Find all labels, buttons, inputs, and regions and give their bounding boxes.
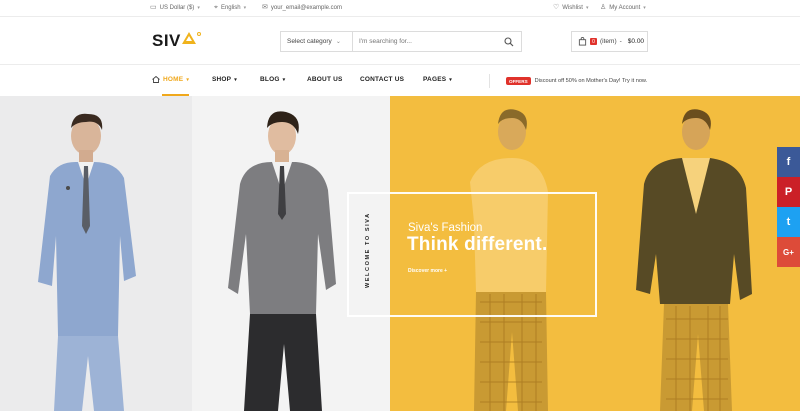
- chevron-down-icon: ▾: [449, 76, 452, 83]
- pinterest-share-button[interactable]: P: [777, 177, 800, 207]
- nav-item-blog[interactable]: BLOG ▾: [260, 76, 285, 83]
- nav-item-shop[interactable]: SHOP ▾: [212, 76, 237, 83]
- chevron-down-icon: ▾: [186, 76, 190, 83]
- cart-separator: -: [619, 38, 622, 45]
- category-select[interactable]: Select category ⌄: [281, 32, 353, 51]
- home-icon: [152, 76, 160, 83]
- facebook-share-button[interactable]: f: [777, 147, 800, 177]
- facebook-icon: f: [786, 156, 791, 168]
- cart-button[interactable]: 0 (item) - $0.00: [571, 31, 648, 52]
- nav-item-label: PAGES: [423, 76, 447, 83]
- model-blue-suit-image: [38, 113, 136, 411]
- nav-item-about-us[interactable]: ABOUT US: [307, 76, 343, 83]
- hero-subtitle: Siva's Fashion: [408, 222, 483, 234]
- model-dark-blazer-image: [636, 109, 752, 411]
- top-bar: ▭ US Dollar ($) ▾ ⌖ English ▾ ✉ your_ema…: [0, 0, 800, 17]
- email-link[interactable]: ✉ your_email@example.com: [262, 4, 342, 11]
- nav-item-label: SHOP: [212, 76, 232, 83]
- chevron-down-icon: ▾: [585, 4, 589, 11]
- offer-banner[interactable]: OFFERS Discount off 50% on Mother's Day!…: [506, 77, 647, 85]
- chevron-down-icon: ▾: [243, 4, 247, 11]
- nav-item-label: HOME: [163, 76, 184, 83]
- chevron-down-icon: ▾: [197, 4, 200, 11]
- wishlist-label: Wishlist: [562, 4, 583, 11]
- offer-text: Discount off 50% on Mother's Day! Try it…: [534, 78, 648, 84]
- category-label: Select category: [287, 38, 332, 45]
- nav-divider: [489, 74, 490, 88]
- account-label: My Account: [609, 4, 641, 11]
- cart-count-badge: 0: [590, 38, 597, 45]
- nav-item-pages[interactable]: PAGES ▾: [423, 76, 452, 83]
- logo[interactable]: SIV: [152, 31, 201, 51]
- search-icon: [504, 36, 514, 46]
- welcome-text: WELCOME TO SIVA: [365, 212, 371, 288]
- currency-label: US Dollar ($): [159, 4, 195, 11]
- wishlist-link[interactable]: ♡ Wishlist ▾: [553, 4, 588, 11]
- email-label: your_email@example.com: [270, 4, 342, 11]
- mail-icon: ✉: [262, 4, 268, 11]
- cart-items-label: (item): [600, 38, 617, 45]
- logo-dot-icon: [196, 32, 201, 36]
- heart-icon: ♡: [553, 4, 560, 11]
- hero-slider: WELCOME TO SIVA Siva's Fashion Think dif…: [0, 96, 800, 411]
- currency-icon: ▭: [150, 4, 157, 11]
- search-button[interactable]: [497, 32, 521, 51]
- language-selector[interactable]: ⌖ English ▾: [214, 4, 246, 11]
- shopping-bag-icon: [578, 37, 587, 46]
- language-label: English: [220, 4, 241, 11]
- chevron-down-icon: ▾: [282, 76, 286, 83]
- account-menu[interactable]: ♙ My Account ▾: [600, 4, 646, 11]
- nav-item-label: ABOUT US: [307, 76, 343, 83]
- cart-total: $0.00: [627, 38, 645, 45]
- discover-more-link[interactable]: Discover more +: [408, 268, 447, 274]
- hero-title: Think different.: [407, 234, 548, 255]
- user-icon: ♙: [600, 4, 607, 11]
- nav-item-home[interactable]: HOME ▾: [152, 76, 189, 83]
- map-pin-icon: ⌖: [214, 4, 218, 11]
- model-grey-cardigan-image: [228, 111, 336, 411]
- twitter-icon: t: [786, 216, 791, 228]
- main-nav: HOME ▾ SHOP ▾ BLOG ▾ ABOUT US CONTACT US…: [0, 65, 800, 96]
- search-input[interactable]: [353, 32, 497, 51]
- pinterest-icon: P: [784, 186, 793, 198]
- nav-item-label: CONTACT US: [360, 76, 405, 83]
- chevron-down-icon: ▾: [643, 4, 646, 11]
- google-plus-icon: G+: [783, 247, 794, 257]
- header: SIV Select category ⌄ 0 (item) - $0.00: [0, 17, 800, 65]
- nav-item-contact-us[interactable]: CONTACT US: [360, 76, 404, 83]
- nav-item-label: BLOG: [260, 76, 280, 83]
- chevron-down-icon: ▾: [234, 76, 237, 83]
- twitter-share-button[interactable]: t: [777, 207, 800, 237]
- google-plus-share-button[interactable]: G+: [777, 237, 800, 267]
- welcome-vertical-text: WELCOME TO SIVA: [353, 212, 379, 288]
- chevron-down-icon: ⌄: [335, 39, 341, 45]
- search-bar: Select category ⌄: [280, 31, 522, 52]
- hero-panel-left: [0, 96, 192, 411]
- currency-selector[interactable]: ▭ US Dollar ($) ▾: [150, 4, 200, 11]
- offers-tag: OFFERS: [506, 77, 531, 85]
- logo-triangle-icon: [181, 32, 196, 44]
- logo-text: SIV: [152, 31, 181, 50]
